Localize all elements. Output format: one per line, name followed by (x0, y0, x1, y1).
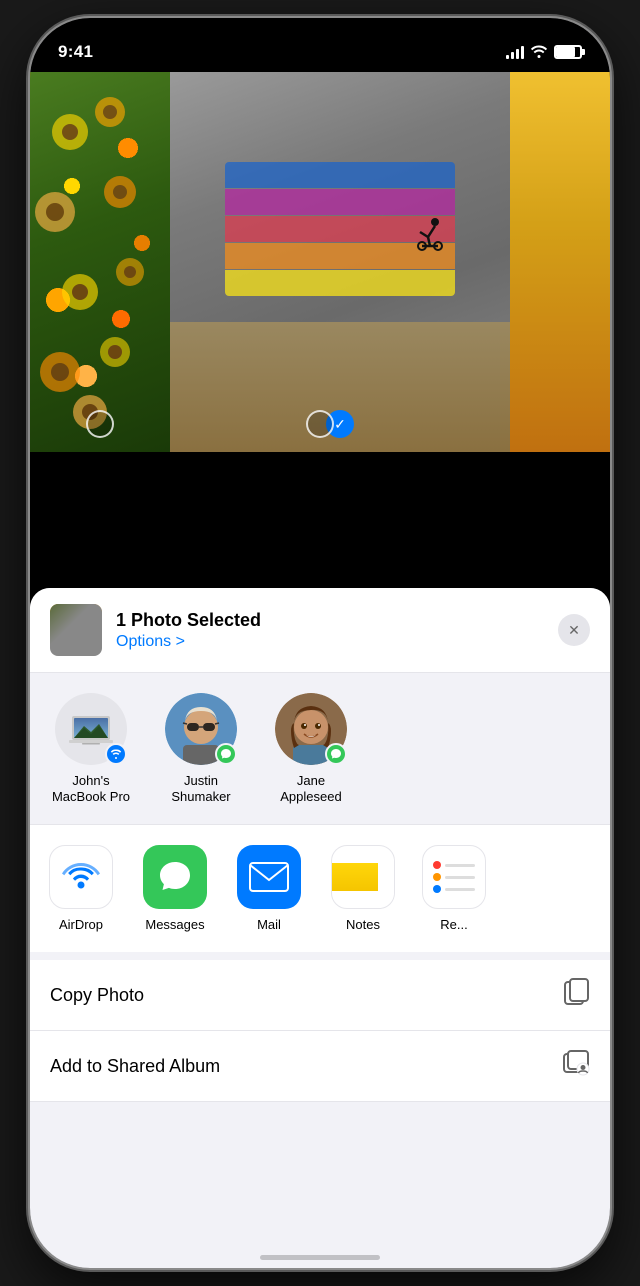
macbook-avatar-wrapper (55, 693, 127, 765)
home-indicator (260, 1255, 380, 1260)
justin-messages-badge (215, 743, 237, 765)
macbook-name: John'sMacBook Pro (52, 773, 130, 804)
contact-jane[interactable]: JaneAppleseed (266, 693, 356, 804)
airdrop-svg-icon (61, 857, 101, 897)
phone-frame: 9:41 (30, 18, 610, 1268)
jane-messages-badge (325, 743, 347, 765)
signal-bars-icon (506, 46, 524, 59)
contact-justin[interactable]: JustinShumaker (156, 693, 246, 804)
copy-icon (564, 978, 590, 1012)
battery-fill (556, 47, 575, 57)
screen-content: ✓ 1 Photo Selected Options > ✕ (30, 72, 610, 1268)
contact-macbook[interactable]: John'sMacBook Pro (46, 693, 136, 804)
app-messages[interactable]: Messages (140, 845, 210, 932)
mail-app-icon (237, 845, 301, 909)
header-title: 1 Photo Selected (116, 610, 544, 631)
photo-left-selection[interactable] (86, 410, 114, 438)
add-shared-album-label: Add to Shared Album (50, 1056, 220, 1077)
photo-center[interactable]: ✓ (170, 72, 510, 452)
app-reminder[interactable]: Re... (422, 845, 486, 932)
justin-name: JustinShumaker (171, 773, 230, 804)
mail-svg-icon (249, 862, 289, 892)
shared-album-icon (562, 1049, 590, 1083)
reminder-app-icon (422, 845, 486, 909)
messages-app-icon (143, 845, 207, 909)
close-icon: ✕ (568, 622, 580, 639)
notes-label: Notes (346, 917, 380, 932)
signal-bar-2 (511, 52, 514, 59)
contacts-row: John'sMacBook Pro (30, 673, 610, 824)
airdrop-label: AirDrop (59, 917, 103, 932)
apps-row: AirDrop Messages (30, 824, 610, 952)
reminder-label: Re... (440, 917, 467, 932)
wifi-icon (530, 44, 548, 61)
jane-name: JaneAppleseed (280, 773, 341, 804)
notch (240, 18, 400, 50)
battery-icon (554, 45, 582, 59)
add-shared-album-button[interactable]: Add to Shared Album (30, 1031, 610, 1102)
airdrop-badge (105, 743, 127, 765)
close-button[interactable]: ✕ (558, 614, 590, 646)
copy-photo-label: Copy Photo (50, 985, 144, 1006)
signal-bar-4 (521, 46, 524, 59)
status-icons (506, 44, 582, 61)
app-airdrop[interactable]: AirDrop (46, 845, 116, 932)
share-header: 1 Photo Selected Options > ✕ (30, 588, 610, 673)
justin-avatar-wrapper (165, 693, 237, 765)
app-notes[interactable]: Notes (328, 845, 398, 932)
flowers-svg (30, 72, 170, 452)
photo-right[interactable] (510, 72, 610, 452)
messages-label: Messages (145, 917, 204, 932)
biker-icon (400, 202, 450, 252)
messages-svg-icon (156, 858, 194, 896)
notes-app-icon (331, 845, 395, 909)
jane-messages-badge-icon (330, 748, 342, 760)
jane-avatar-wrapper (275, 693, 347, 765)
copy-svg-icon (564, 978, 590, 1006)
mail-label: Mail (257, 917, 281, 932)
signal-bar-1 (506, 55, 509, 59)
thumbnail-inner (50, 604, 102, 656)
header-text: 1 Photo Selected Options > (116, 610, 544, 651)
signal-bar-3 (516, 49, 519, 59)
photo-left[interactable] (30, 72, 170, 452)
messages-badge-icon (220, 748, 232, 760)
copy-photo-button[interactable]: Copy Photo (30, 960, 610, 1031)
airdrop-badge-icon (110, 748, 122, 760)
options-link[interactable]: Options > (116, 633, 544, 651)
status-time: 9:41 (58, 42, 93, 62)
photo-strip: ✓ (30, 72, 610, 452)
photo-thumbnail (50, 604, 102, 656)
app-mail[interactable]: Mail (234, 845, 304, 932)
share-sheet: 1 Photo Selected Options > ✕ (30, 588, 610, 1268)
airdrop-app-icon (49, 845, 113, 909)
shared-album-svg-icon (562, 1049, 590, 1077)
